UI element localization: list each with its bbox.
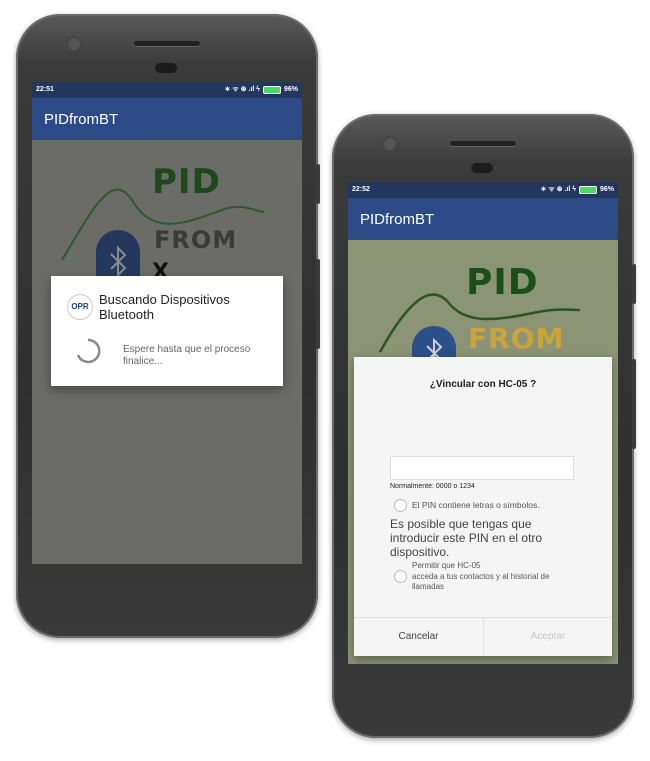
right-phone: 22:52 ∗ ᯤ ⊛ .ıl ϟ 96% PIDfromBT PID FROM…: [332, 114, 636, 738]
earpiece-speaker: [450, 141, 516, 146]
earpiece-speaker: [134, 41, 200, 46]
logo-from-text: FROM: [468, 322, 565, 355]
status-time: 22:52: [352, 186, 370, 193]
front-camera: [384, 138, 396, 150]
left-phone: 22:51 ∗ ᯤ ⊛ .ıl ϟ 96% PIDfromBT PID FROM…: [16, 14, 320, 638]
dialog-title: ¿Vincular con HC-05 ?: [429, 379, 537, 390]
battery-icon: [262, 85, 281, 94]
proximity-sensor: [471, 163, 493, 173]
battery-label: 96%: [599, 186, 614, 193]
proximity-sensor: [155, 63, 177, 73]
cancel-button-label: Cancelar: [398, 631, 439, 642]
spinner-icon: [76, 338, 101, 364]
accept-button-label: Aceptar: [530, 631, 566, 642]
status-bar: 22:52 ∗ ᯤ ⊛ .ıl ϟ 96%: [348, 182, 618, 198]
pin-input[interactable]: [390, 456, 574, 480]
contacts-access-label-line1: Permitir que HC-05: [412, 561, 481, 570]
status-bar: 22:51 ∗ ᯤ ⊛ .ıl ϟ 96%: [32, 82, 302, 98]
status-icons: ∗ ᯤ ⊛ .ıl ϟ 96%: [541, 185, 614, 194]
volume-button: [316, 164, 320, 204]
opr-logo-label: OPR: [71, 302, 89, 311]
scanning-dialog: OPR Buscando Dispositivos Bluetooth Espe…: [51, 276, 283, 386]
contacts-access-label-line2: acceda a tus contactos y al historial de…: [412, 572, 550, 591]
app-bar: PIDfromBT: [348, 198, 618, 240]
dialog-title: Buscando Dispositivos Bluetooth: [99, 292, 230, 322]
power-button: [632, 359, 636, 449]
accept-button[interactable]: Aceptar: [484, 618, 612, 656]
contacts-access-radio[interactable]: [394, 570, 407, 583]
app-title: PIDfromBT: [360, 211, 435, 228]
app-bar: PIDfromBT: [32, 98, 302, 140]
battery-label: 96%: [283, 86, 298, 93]
status-icons: ∗ ᯤ ⊛ .ıl ϟ 96%: [225, 85, 298, 94]
letters-option-label: El PIN contiene letras o símbolos.: [412, 500, 540, 510]
dialog-message: Espere hasta que el proceso finalice...: [123, 344, 251, 367]
logo-from-text: FROM: [154, 226, 238, 254]
opr-logo-icon: OPR: [67, 294, 93, 320]
info-text: Es posible que tengas que introducir est…: [390, 517, 543, 559]
letters-option[interactable]: El PIN contiene letras o símbolos.: [394, 497, 594, 513]
logo-pid-text: PID: [466, 262, 539, 303]
left-screen: 22:51 ∗ ᯤ ⊛ .ıl ϟ 96% PIDfromBT PID FROM…: [32, 82, 302, 564]
power-button: [316, 259, 320, 349]
pin-hint: Normalmente: 0000 o 1234: [390, 483, 475, 490]
contacts-access-option[interactable]: Permitir que HC-05 acceda a tus contacto…: [394, 561, 604, 597]
volume-button: [632, 264, 636, 304]
letters-radio[interactable]: [394, 499, 407, 512]
cancel-button[interactable]: Cancelar: [354, 618, 483, 656]
logo-pid-text: PID: [152, 162, 221, 202]
status-icon-group: ∗ ᯤ ⊛ .ıl ϟ: [540, 186, 576, 193]
status-time: 22:51: [36, 86, 54, 93]
status-icon-group: ∗ ᯤ ⊛ .ıl ϟ: [224, 86, 260, 93]
right-screen: 22:52 ∗ ᯤ ⊛ .ıl ϟ 96% PIDfromBT PID FROM…: [348, 182, 618, 664]
app-title: PIDfromBT: [44, 111, 119, 128]
front-camera: [68, 38, 80, 50]
battery-icon: [578, 185, 597, 194]
pair-dialog: ¿Vincular con HC-05 ? Normalmente: 0000 …: [354, 357, 612, 656]
